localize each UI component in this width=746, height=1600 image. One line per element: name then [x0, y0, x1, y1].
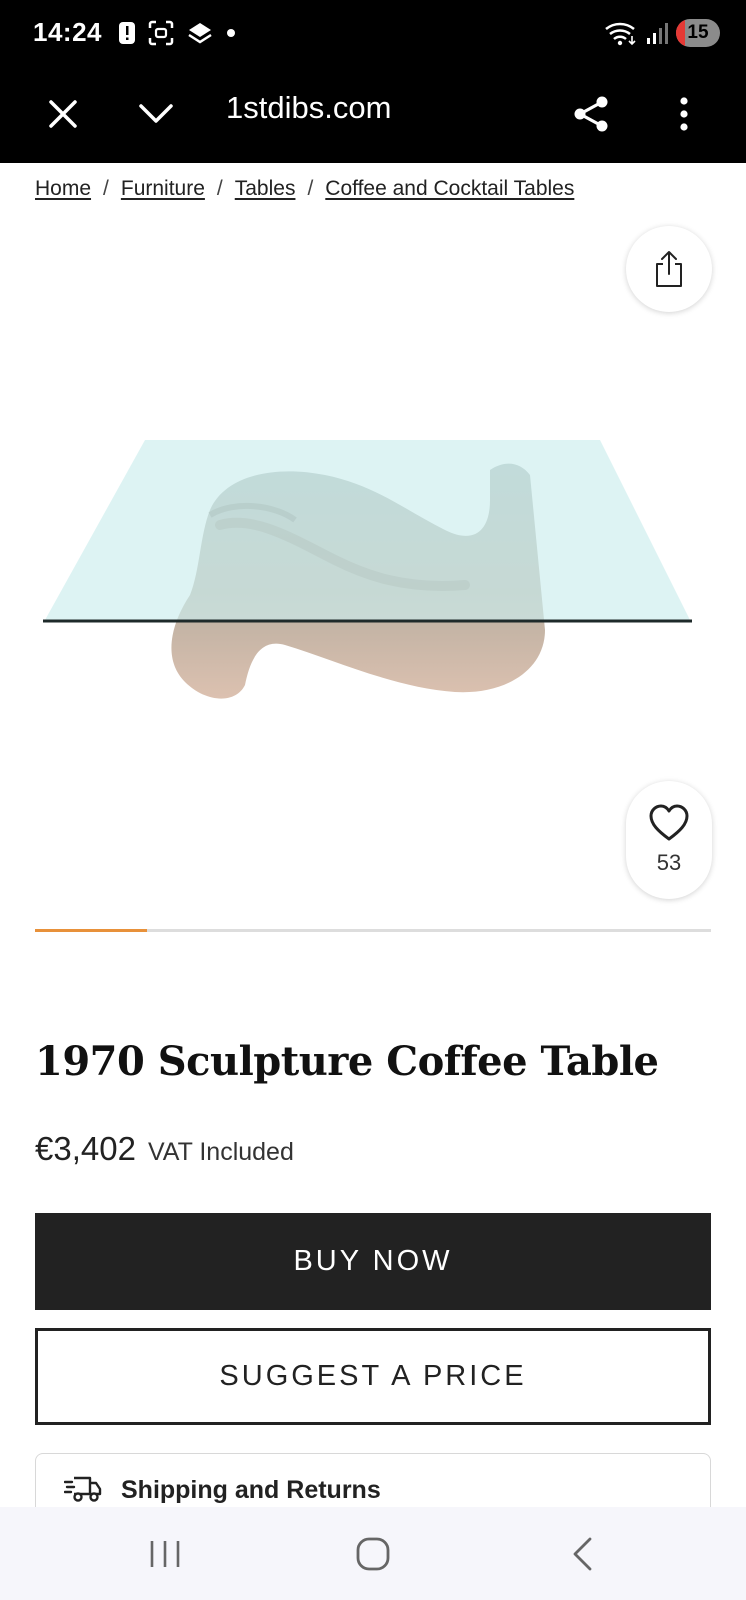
- favorites-count: 53: [656, 850, 682, 875]
- share-product-button[interactable]: [626, 226, 712, 312]
- browser-chrome: 14:24 15 1stdibs.com: [0, 0, 746, 163]
- heart-icon: [649, 804, 689, 841]
- close-tab-button[interactable]: [35, 86, 91, 142]
- shipping-label: Shipping and Returns: [121, 1476, 381, 1504]
- breadcrumb-home[interactable]: Home: [35, 177, 91, 201]
- app-notification-icon: [188, 23, 212, 44]
- close-icon: [49, 100, 77, 128]
- carousel-progress-track: [35, 929, 711, 932]
- product-title: 1970 Sculpture Coffee Table: [35, 1038, 659, 1085]
- breadcrumb-separator: /: [216, 177, 223, 200]
- system-icons: 15: [604, 18, 720, 48]
- vat-note: VAT Included: [147, 1138, 294, 1166]
- status-time: 14:24: [33, 17, 102, 47]
- recents-button[interactable]: [135, 1529, 195, 1579]
- buy-now-button[interactable]: BUY NOW: [35, 1213, 711, 1310]
- more-vert-icon: [680, 97, 688, 131]
- upload-share-icon: [656, 251, 682, 287]
- favorite-button[interactable]: 53: [626, 781, 712, 899]
- breadcrumb-furniture[interactable]: Furniture: [121, 177, 205, 201]
- notification-icons: [118, 20, 236, 46]
- recents-icon: [150, 1541, 180, 1567]
- share-page-button[interactable]: [563, 86, 619, 142]
- screenshot-icon: [148, 20, 174, 46]
- chevron-down-icon: [139, 104, 173, 123]
- back-icon: [573, 1537, 592, 1571]
- breadcrumb: Home / Furniture / Tables / Coffee and C…: [35, 177, 574, 201]
- battery-level: 15: [687, 22, 709, 43]
- battery-indicator: 15: [676, 19, 720, 47]
- browser-toolbar: 1stdibs.com: [0, 64, 746, 163]
- suggest-price-button[interactable]: SUGGEST A PRICE: [35, 1328, 711, 1425]
- more-options-button[interactable]: [656, 86, 712, 142]
- truck-icon: [64, 1476, 102, 1502]
- breadcrumb-separator: /: [307, 177, 314, 200]
- status-bar: 14:24 15: [0, 0, 746, 64]
- back-button[interactable]: [552, 1529, 612, 1579]
- url-text[interactable]: 1stdibs.com: [226, 90, 391, 126]
- price-row: €3,402 VAT Included: [35, 1130, 294, 1168]
- product-image[interactable]: [35, 420, 715, 720]
- home-icon: [356, 1537, 390, 1571]
- signal-icon: [647, 23, 668, 44]
- wifi-icon: [605, 22, 636, 46]
- home-button[interactable]: [343, 1529, 403, 1579]
- breadcrumb-coffee-tables[interactable]: Coffee and Cocktail Tables: [325, 177, 574, 201]
- minimize-button[interactable]: [128, 86, 184, 142]
- alert-icon: [119, 22, 135, 44]
- product-price: €3,402: [35, 1130, 136, 1167]
- breadcrumb-tables[interactable]: Tables: [235, 177, 296, 201]
- breadcrumb-separator: /: [103, 177, 109, 200]
- carousel-progress-fill: [35, 929, 147, 932]
- dot-icon: [227, 29, 235, 37]
- system-nav-bar: [0, 1507, 746, 1600]
- share-icon: [574, 96, 608, 132]
